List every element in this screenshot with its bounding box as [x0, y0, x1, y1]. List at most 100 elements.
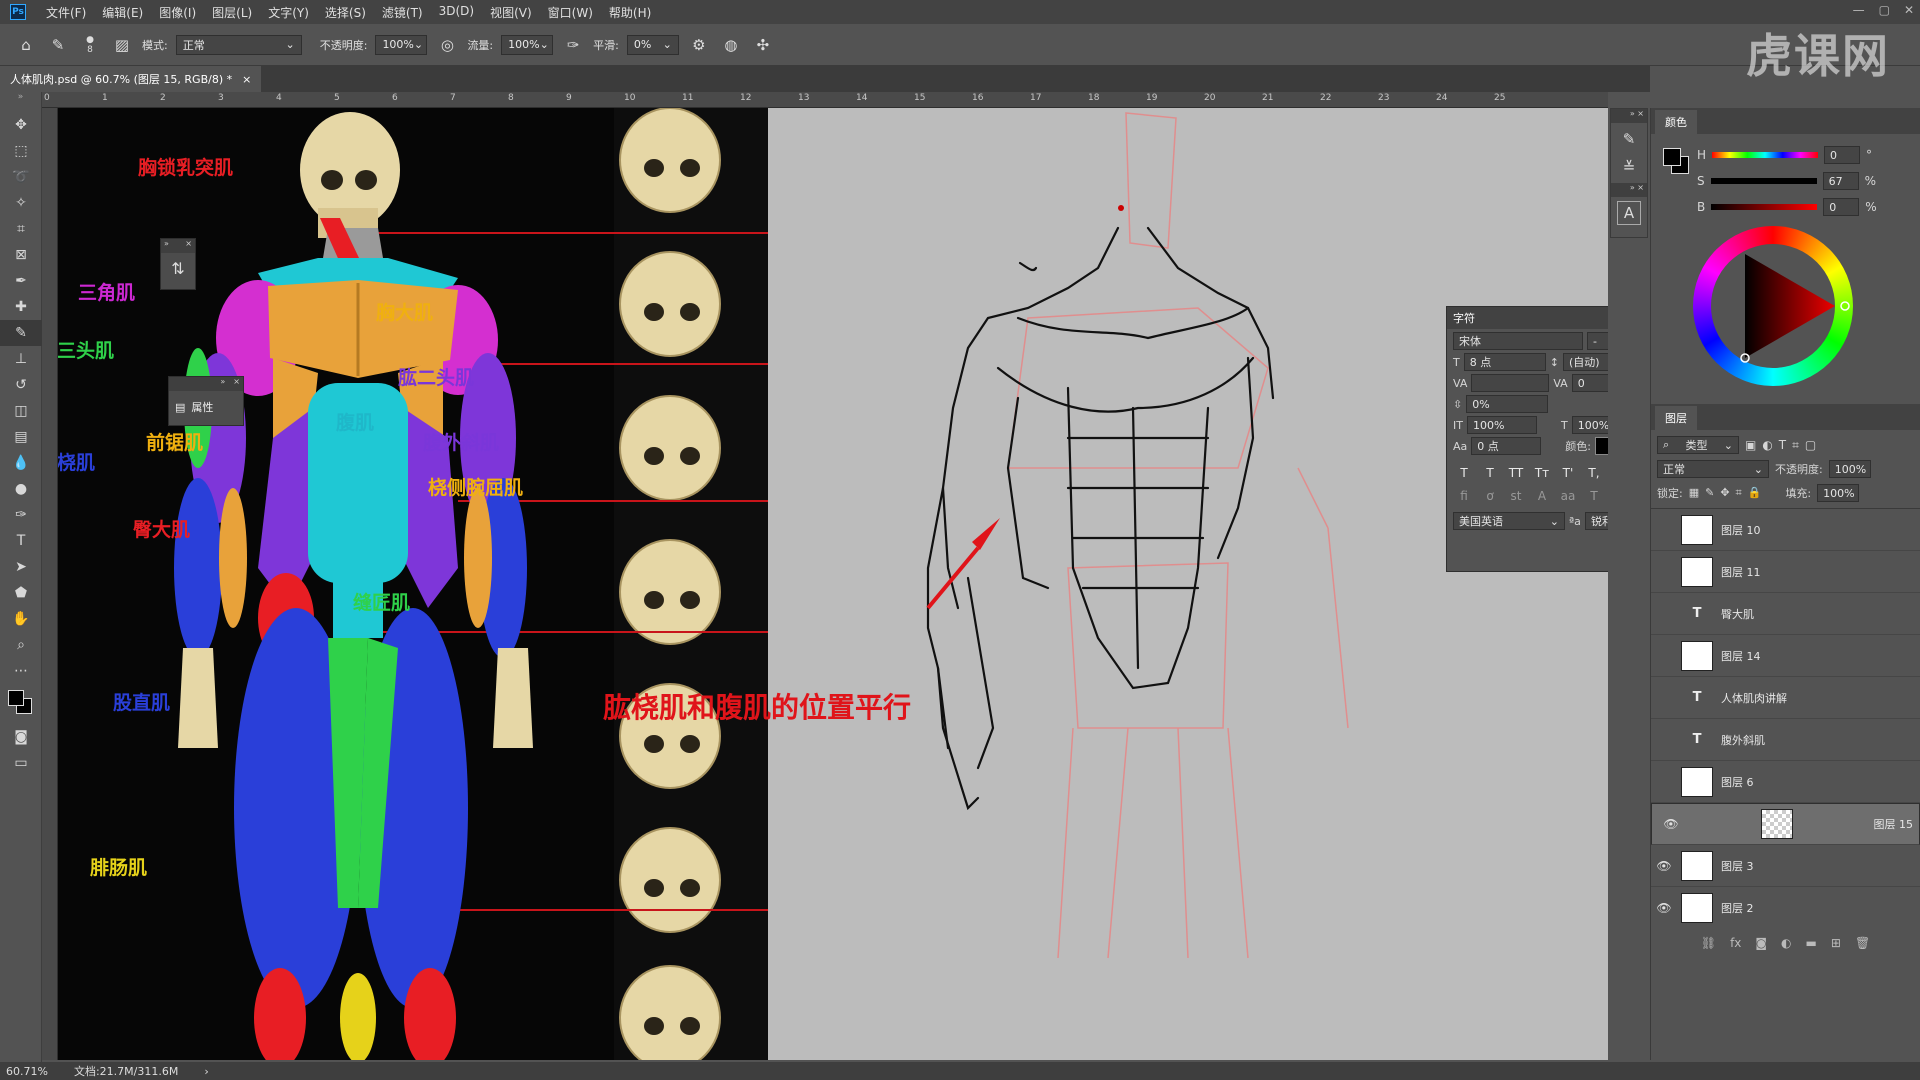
zoom-tool-icon[interactable]: ⌕	[0, 632, 42, 658]
layer-filter-select[interactable]: ⌕ 类型 ⌄	[1657, 436, 1739, 454]
layer-row[interactable]: T 臀大肌	[1651, 593, 1920, 635]
opentype-button[interactable]: T	[1583, 486, 1605, 506]
mode-select[interactable]: 正常 ⌄	[175, 34, 302, 55]
vertical-scale-input[interactable]: 100%	[1466, 416, 1537, 434]
layer-opacity-input[interactable]: 100%	[1828, 460, 1871, 478]
foreground-color-swatch[interactable]	[1663, 148, 1681, 166]
kerning-input[interactable]	[1471, 374, 1550, 392]
home-icon[interactable]: ⌂	[14, 33, 38, 57]
text-format-button[interactable]: T	[1453, 463, 1475, 483]
pen-tool-icon[interactable]: ✑	[0, 502, 42, 528]
close-icon[interactable]: ×	[185, 239, 192, 253]
hue-slider[interactable]	[1712, 152, 1819, 158]
text-color-swatch[interactable]	[1594, 437, 1608, 455]
color-swatches[interactable]	[0, 684, 41, 724]
trash-icon[interactable]: 🗑	[1855, 936, 1870, 950]
status-arrow-icon[interactable]: ›	[204, 1065, 208, 1078]
brush-tool-icon[interactable]: ✎	[46, 33, 70, 57]
layer-row[interactable]: 图层 14	[1651, 635, 1920, 677]
layer-row[interactable]: T 人体肌肉讲解	[1651, 677, 1920, 719]
visibility-eye-icon[interactable]: 👁	[1658, 817, 1684, 831]
baseline-shift-input[interactable]: 0 点	[1471, 437, 1542, 455]
text-format-button[interactable]: T,	[1583, 463, 1605, 483]
opacity-input[interactable]: 100% ⌄	[375, 34, 428, 55]
character-panel-tab[interactable]: 字符	[1453, 310, 1475, 326]
color-triangle[interactable]	[1693, 226, 1853, 386]
opentype-button[interactable]: fi	[1453, 486, 1475, 506]
fill-input[interactable]: 100%	[1817, 484, 1860, 502]
zoom-level[interactable]: 60.71%	[6, 1065, 48, 1078]
brush-settings-icon[interactable]: ▨	[110, 33, 134, 57]
link-icon[interactable]: ⛓	[1701, 936, 1716, 950]
brush-settings-icon[interactable]: ≚	[1617, 155, 1641, 179]
layer-filter-icons[interactable]: ▣◐T⌗▢	[1745, 438, 1822, 453]
maximize-button[interactable]: ▢	[1879, 3, 1890, 17]
antialias-select[interactable]: 锐利⌄	[1584, 512, 1608, 530]
eraser-tool-icon[interactable]: ◫	[0, 398, 42, 424]
quick-mask-icon[interactable]: ◙	[0, 724, 42, 750]
stamp-tool-icon[interactable]: ⊥	[0, 346, 42, 372]
canvas[interactable]: 胸锁乳突肌三角肌胸大肌肱三头肌肱二头肌前锯肌 腹肌腹外斜肌肱桡肌桡侧腕屈肌臀大肌缝…	[58, 108, 1608, 1060]
color-wheel[interactable]	[1693, 226, 1853, 386]
layer-row[interactable]: 👁 图层 15	[1651, 803, 1920, 845]
blur-tool-icon[interactable]: 💧	[0, 450, 42, 476]
pressure-opacity-icon[interactable]: ◎	[435, 33, 459, 57]
text-format-button[interactable]: TT	[1505, 463, 1527, 483]
font-style-select[interactable]: -	[1587, 332, 1608, 350]
layer-row[interactable]: 图层 10	[1651, 509, 1920, 551]
lasso-tool-icon[interactable]: ➰	[0, 164, 42, 190]
brightness-input[interactable]: 0	[1823, 198, 1860, 216]
opentype-button[interactable]: A	[1531, 486, 1553, 506]
hue-input[interactable]: 0	[1824, 146, 1861, 164]
path-select-tool-icon[interactable]: ➤	[0, 554, 42, 580]
menu-item[interactable]: 编辑(E)	[94, 4, 151, 21]
dodge-tool-icon[interactable]: ●	[0, 476, 42, 502]
font-family-select[interactable]: 宋体	[1453, 332, 1583, 350]
visibility-eye-icon[interactable]: 👁	[1651, 901, 1677, 915]
text-format-button[interactable]: Tт	[1531, 463, 1553, 483]
smooth-input[interactable]: 0% ⌄	[626, 34, 679, 55]
menu-item[interactable]: 文字(Y)	[260, 4, 317, 21]
close-icon[interactable]: ×	[233, 377, 240, 391]
new-layer-icon[interactable]: ⊞	[1831, 936, 1841, 950]
opentype-button[interactable]: ơ	[1479, 486, 1501, 506]
brush-tool-icon[interactable]: ✎	[0, 320, 42, 346]
adjust-icon[interactable]: ⇅	[161, 253, 195, 278]
move-tool-icon[interactable]: ✥	[0, 112, 42, 138]
marquee-tool-icon[interactable]: ⬚	[0, 138, 42, 164]
tsume-input[interactable]: 0%	[1466, 395, 1549, 413]
brightness-slider[interactable]	[1711, 204, 1818, 210]
gear-icon[interactable]: ⚙	[687, 33, 711, 57]
sketch-drawing-area[interactable]	[768, 108, 1608, 1060]
character-panel-icon[interactable]: A	[1617, 201, 1641, 225]
blend-mode-select[interactable]: 正常 ⌄	[1657, 460, 1769, 478]
mask-icon[interactable]: ◙	[1755, 936, 1767, 950]
layer-row[interactable]: 图层 6	[1651, 761, 1920, 803]
healing-tool-icon[interactable]: ✚	[0, 294, 42, 320]
close-window-button[interactable]: ✕	[1904, 3, 1914, 17]
menu-item[interactable]: 选择(S)	[317, 4, 374, 21]
gradient-tool-icon[interactable]: ▤	[0, 424, 42, 450]
group-icon[interactable]: ▬	[1806, 936, 1817, 950]
text-format-button[interactable]: T	[1479, 463, 1501, 483]
magic-wand-tool-icon[interactable]: ✧	[0, 190, 42, 216]
layer-row[interactable]: 👁 图层 2	[1651, 887, 1920, 928]
expand-icon[interactable]: »	[220, 377, 225, 391]
tracking-input[interactable]: 0	[1571, 374, 1608, 392]
opentype-button[interactable]: aa	[1557, 486, 1579, 506]
menu-item[interactable]: 图像(I)	[151, 4, 204, 21]
close-tab-icon[interactable]: ×	[242, 73, 251, 86]
foreground-color-swatch[interactable]	[8, 690, 24, 706]
horizontal-scale-input[interactable]: 100%	[1571, 416, 1608, 434]
menu-item[interactable]: 3D(D)	[431, 4, 482, 21]
crop-tool-icon[interactable]: ⌗	[0, 216, 42, 242]
floating-panel-mini[interactable]: » × ⇅	[160, 238, 196, 290]
menu-item[interactable]: 窗口(W)	[540, 4, 601, 21]
color-panel-tab[interactable]: 颜色	[1655, 110, 1697, 134]
layer-row[interactable]: 👁 图层 3	[1651, 845, 1920, 887]
frame-tool-icon[interactable]: ⊠	[0, 242, 42, 268]
shape-tool-icon[interactable]: ⬟	[0, 580, 42, 606]
layers-panel-tab[interactable]: 图层	[1655, 406, 1697, 430]
pressure-size-icon[interactable]: ◍	[719, 33, 743, 57]
text-format-button[interactable]: T'	[1557, 463, 1579, 483]
